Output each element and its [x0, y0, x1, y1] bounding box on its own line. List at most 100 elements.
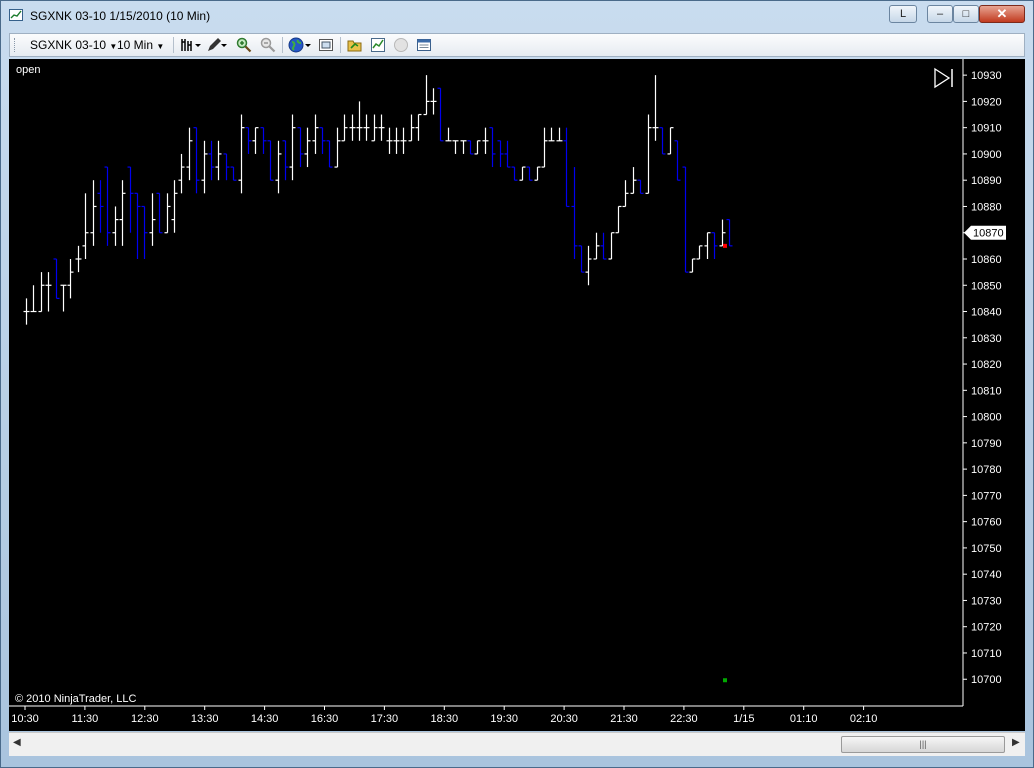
zoom-out-icon[interactable] — [260, 37, 276, 53]
ohlc-bar — [304, 127, 311, 168]
ohlc-bar — [134, 192, 141, 259]
time-tick-label: 21:30 — [610, 713, 638, 725]
ohlc-bar — [282, 140, 289, 181]
price-tick-label: 10700 — [971, 674, 1002, 686]
ohlc-bar — [289, 114, 296, 181]
price-tick-label: 10810 — [971, 385, 1002, 397]
ohlc-bar — [45, 272, 52, 312]
ohlc-bar — [53, 258, 60, 299]
chevron-down-icon: ▼ — [156, 42, 165, 51]
ohlc-bar — [23, 298, 30, 325]
blank-circle-icon[interactable] — [393, 37, 409, 53]
ohlc-bar — [652, 75, 659, 141]
scroll-left-arrow-icon[interactable]: ◀ — [13, 737, 21, 748]
ohlc-bar — [223, 153, 230, 181]
ohlc-bar — [67, 258, 74, 299]
ohlc-bar — [334, 127, 341, 168]
toolbar-separator — [340, 37, 341, 53]
ohlc-bar — [415, 113, 422, 141]
price-tick-label: 10740 — [971, 569, 1002, 581]
ohlc-bar — [467, 140, 474, 155]
ohlc-bar — [474, 140, 481, 155]
maximize-button[interactable]: □ — [953, 5, 979, 23]
layout-button[interactable]: L — [889, 5, 917, 23]
ohlc-bar — [674, 140, 681, 181]
ohlc-bar — [193, 127, 200, 194]
data-box-icon[interactable] — [416, 37, 432, 53]
ohlc-bar — [208, 140, 215, 181]
ohlc-bar — [593, 232, 600, 260]
price-tick-label: 10820 — [971, 359, 1002, 371]
minimize-button[interactable]: – — [927, 5, 953, 23]
ohlc-bar — [622, 180, 629, 208]
time-tick-label: 11:30 — [72, 713, 99, 725]
ohlc-bar — [497, 140, 504, 168]
ohlc-bar — [704, 232, 711, 259]
chart-canvas[interactable]: 10930 10920 10910 10900 10890 10880 10870 10860… — [9, 59, 1025, 731]
scroll-thumb[interactable]: ||| — [841, 736, 1005, 753]
ohlc-bar — [275, 140, 282, 194]
bar-type-icon[interactable] — [180, 37, 201, 53]
ohlc-bar — [371, 114, 378, 142]
ohlc-bar — [38, 272, 45, 313]
ohlc-bar — [571, 167, 578, 259]
interval-selector[interactable]: 10 Min ▼ — [117, 38, 164, 52]
chart-indicators-icon[interactable] — [370, 37, 386, 53]
ohlc-bar — [141, 205, 148, 259]
ohlc-bar — [430, 88, 437, 115]
ohlc-bar — [482, 127, 489, 154]
close-button[interactable]: ✕ — [979, 5, 1025, 23]
ohlc-bar — [423, 75, 430, 116]
ohlc-bar — [689, 258, 696, 273]
ohlc-bar — [504, 140, 511, 168]
ohlc-bar — [645, 114, 652, 194]
open-folder-icon[interactable] — [347, 37, 363, 53]
red-marker — [723, 243, 727, 248]
ohlc-bar — [238, 114, 245, 194]
ohlc-bar — [711, 232, 718, 259]
time-tick-label: 19:30 — [490, 713, 518, 725]
ohlc-bar — [608, 232, 615, 260]
ohlc-bar — [245, 127, 252, 154]
zoom-in-icon[interactable] — [236, 37, 252, 53]
time-tick-label: 10:30 — [11, 713, 39, 725]
ohlc-bar — [659, 127, 666, 155]
ohlc-bar — [363, 114, 370, 141]
ohlc-bar — [556, 127, 563, 142]
price-tick-label: 10860 — [971, 254, 1002, 266]
price-chart[interactable]: 10930 10920 10910 10900 10890 10880 10870 10860… — [9, 59, 1025, 731]
ohlc-bar — [696, 245, 703, 260]
ohlc-bar — [615, 205, 622, 234]
price-tick-label: 10770 — [971, 490, 1002, 502]
toolbar-grip[interactable] — [14, 38, 17, 52]
ohlc-bar — [267, 140, 274, 181]
drawing-pencil-icon[interactable] — [206, 37, 227, 53]
instrument-selector[interactable]: SGXNK 03-10 ▼ — [30, 38, 117, 52]
ohlc-bar — [82, 193, 89, 259]
time-tick-label: 14:30 — [251, 713, 279, 725]
window-title: SGXNK 03-10 1/15/2010 (10 Min) — [30, 9, 211, 23]
ohlc-bar — [719, 219, 726, 247]
ohlc-bar — [408, 114, 415, 142]
ohlc-bar — [534, 166, 541, 181]
scroll-right-arrow-icon[interactable]: ▶ — [1012, 737, 1020, 748]
globe-icon[interactable] — [288, 37, 311, 53]
horizontal-scrollbar[interactable]: ◀ ||| ▶ — [9, 732, 1025, 756]
price-tick-label: 10710 — [971, 648, 1002, 660]
properties-icon[interactable] — [318, 37, 334, 53]
ohlc-bar — [400, 127, 407, 154]
copyright-text: © 2010 NinjaTrader, LLC — [15, 693, 137, 705]
ohlc-bar — [452, 140, 459, 154]
ohlc-bar — [541, 127, 548, 168]
interval-label: 10 Min — [117, 38, 154, 52]
price-tick-label: 10840 — [971, 307, 1002, 319]
ohlc-bar — [260, 127, 267, 154]
ohlc-bar — [201, 140, 208, 194]
ohlc-bar — [230, 166, 237, 181]
green-marker — [723, 678, 727, 683]
scroll-to-end-icon[interactable] — [934, 67, 953, 89]
ohlc-bar — [127, 166, 134, 233]
title-bar[interactable]: SGXNK 03-10 1/15/2010 (10 Min) L – □ ✕ — [1, 1, 1033, 31]
ohlc-bar — [378, 114, 385, 141]
ohlc-bar — [637, 179, 644, 194]
